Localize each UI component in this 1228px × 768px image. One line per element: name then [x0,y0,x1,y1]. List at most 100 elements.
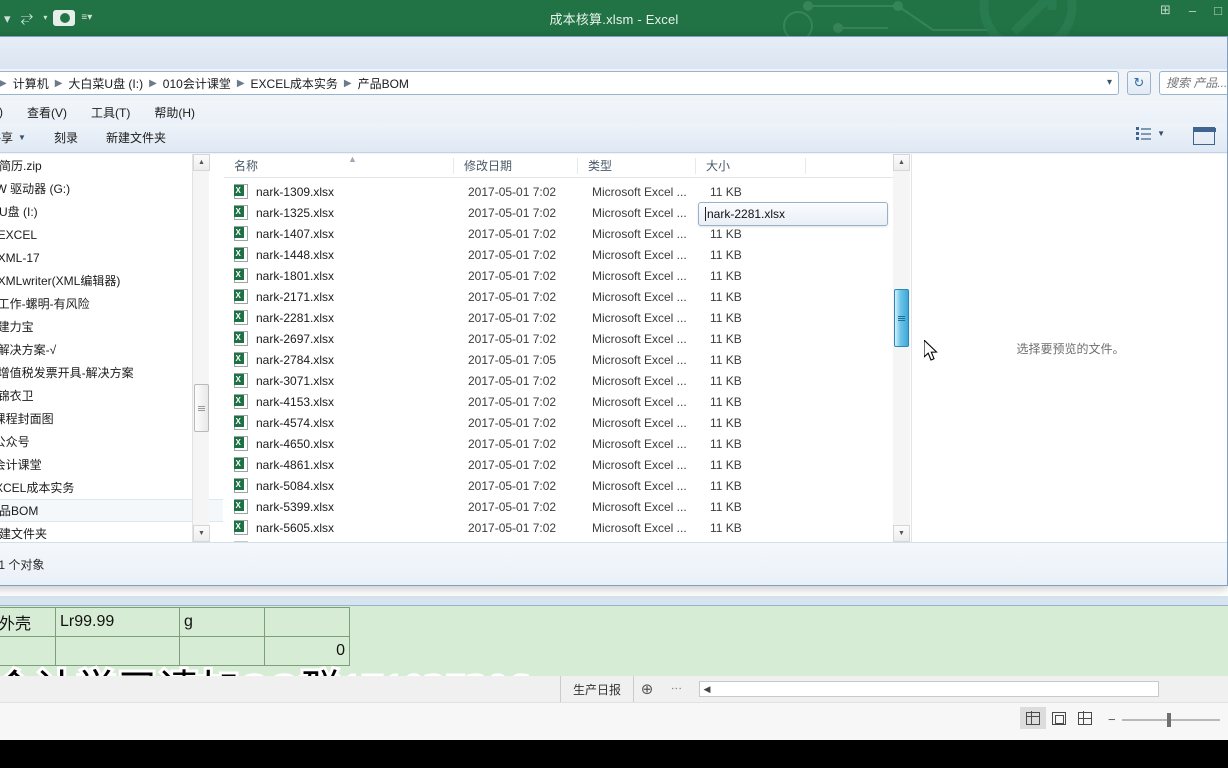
file-type: Microsoft Excel ... [592,478,687,493]
list-scroll-thumb[interactable] [894,289,909,347]
toolbar-burn-button[interactable]: 刻录 [40,129,92,146]
cell-d[interactable] [264,607,350,637]
search-input[interactable] [1166,76,1227,90]
table-row[interactable]: Xnark-1448.xlsx 2017-05-01 7:02 Microsoft … [224,244,910,265]
nav-item-16[interactable]: 新建文件夹 [0,522,223,542]
tab-overflow-icon[interactable]: ⋮ [660,683,693,695]
toolbar-new-folder-button[interactable]: 新建文件夹 [92,129,180,146]
table-row[interactable]: Xnark-4153.xlsx 2017-05-01 7:02 Microsoft … [224,391,910,412]
nav-item-2[interactable]: 菜U盘 (I:) [0,200,223,223]
nav-item-8[interactable]: 5-解决方案-√ [0,338,223,361]
horizontal-scrollbar[interactable]: ◀ [699,681,1160,697]
table-row[interactable]: Xnark-3071.xlsx 2017-05-01 7:02 Microsoft … [224,370,910,391]
add-sheet-button[interactable]: ⊕ [634,676,660,702]
nav-item-12[interactable]: 9公众号 [0,430,223,453]
nav-scroll-up-arrow-icon[interactable]: ▲ [193,154,210,171]
list-scroll-down-arrow-icon[interactable]: ▼ [893,525,910,542]
nav-item-product-bom[interactable]: 产品BOM [0,499,223,522]
zoom-out-icon[interactable]: − [1108,712,1116,727]
column-header-name[interactable]: 名称 [224,154,454,178]
menu-view[interactable]: 查看(V) [15,104,79,121]
navigation-tree[interactable]: 作简历.zip RW 驱动器 (G:) 菜U盘 (I:) 0-EXCEL 1-X… [0,154,223,542]
list-scroll-up-arrow-icon[interactable]: ▲ [893,154,910,171]
change-view-button[interactable]: ▼ [1136,127,1165,140]
nav-item-11[interactable]: 8课程封面图 [0,407,223,430]
table-row[interactable]: Xnark-2171.xlsx 2017-05-01 7:02 Microsoft … [224,286,910,307]
nav-item-10[interactable]: 7-锦衣卫 [0,384,223,407]
table-row[interactable]: Xnark-5399.xlsx 2017-05-01 7:02 Microsoft … [224,496,910,517]
rename-textbox[interactable]: nark-2281.xlsx [698,202,888,226]
sheet-tab-bar[interactable]: 生产日报 ⊕ ⋮ ◀ [560,676,1228,702]
file-modified-date: 2017-05-01 7:02 [468,373,557,388]
address-history-chevron-icon[interactable]: ▾ [1107,77,1112,88]
page-break-view-button[interactable] [1072,707,1098,729]
text-caret [705,207,706,221]
address-bar[interactable]: ▶ 计算机 ▶ 大白菜U盘 (I:) ▶ 010会计课堂 ▶ EXCEL成本实务… [0,71,1119,95]
column-header-date[interactable]: 修改日期 [454,154,578,178]
nav-item-7[interactable]: 4-建力宝 [0,315,223,338]
nav-scroll-down-arrow-icon[interactable]: ▼ [193,525,210,542]
table-row[interactable]: Xnark-4574.xlsx 2017-05-01 7:02 Microsoft … [224,412,910,433]
nav-item-6[interactable]: 3-工作-螺明-有风险 [0,292,223,315]
table-row[interactable]: Xnark-5084.xlsx 2017-05-01 7:02 Microsoft … [224,475,910,496]
nav-item-3[interactable]: 0-EXCEL [0,223,223,246]
excel-window-controls[interactable]: ⊞ – □ [1160,2,1222,18]
chevron-down-icon[interactable]: ▼ [1157,129,1165,138]
column-header-type[interactable]: 类型 [578,154,696,178]
menu-bar[interactable]: (E) 查看(V) 工具(T) 帮助(H) [0,101,1227,123]
file-list-header[interactable]: 名称 修改日期 类型 大小 ▲ [224,154,910,178]
nav-item-13[interactable]: 0会计课堂 [0,453,223,476]
menu-tools[interactable]: 工具(T) [79,104,142,121]
file-list-scrollbar[interactable]: ▲ ▼ [893,154,910,542]
breadcrumb-item-1[interactable]: 大白菜U盘 (I:) [63,75,148,92]
breadcrumb-item-0[interactable]: 计算机 [8,75,54,92]
search-box[interactable] [1159,71,1227,95]
table-row[interactable]: Xnark-2281.xlsx 2017-05-01 7:02 Microsoft … [224,307,910,328]
view-mode-buttons[interactable] [1020,707,1098,729]
scroll-left-arrow-icon[interactable]: ◀ [700,682,715,696]
sheet-tab-production-report[interactable]: 生产日报 [560,676,635,702]
zoom-slider[interactable]: − [1108,712,1220,727]
preview-pane-button[interactable] [1193,127,1216,145]
column-header-size[interactable]: 大小 [696,154,806,178]
excel-file-icon: X [234,184,248,199]
cell-c[interactable]: g [179,607,265,637]
nav-item-9[interactable]: 6-增值税发票开具-解决方案 [0,361,223,384]
breadcrumb-item-2[interactable]: 010会计课堂 [158,75,236,92]
nav-scroll-thumb[interactable] [194,384,209,432]
table-row[interactable]: Xnark-5605.xlsx 2017-05-01 7:02 Microsoft … [224,517,910,538]
nav-item-14[interactable]: EXCEL成本实务 [0,476,223,499]
nav-item-5[interactable]: 2-XMLwriter(XML编辑器) [0,269,223,292]
nav-tree-scrollbar[interactable]: ▲ ▼ [192,154,210,542]
breadcrumb-item-3[interactable]: EXCEL成本实务 [246,75,343,92]
table-row[interactable]: Xnark-1309.xlsx 2017-05-01 7:02 Microsoft … [224,181,910,202]
explorer-toolbar[interactable]: 共享 ▼ 刻录 新建文件夹 ▼ [0,123,1227,153]
table-row[interactable]: Xnark-1407.xlsx 2017-05-01 7:02 Microsoft … [224,223,910,244]
zoom-thumb[interactable] [1166,712,1171,727]
cell-a[interactable]: 外壳 [0,607,56,637]
minimize-button[interactable]: – [1189,3,1196,18]
cell-b[interactable]: Lr99.99 [55,607,180,637]
file-modified-date: 2017-05-01 7:02 [468,415,557,430]
table-row[interactable]: Xnark-4861.xlsx 2017-05-01 7:02 Microsoft … [224,454,910,475]
toolbar-share-button[interactable]: 共享 ▼ [0,129,40,146]
menu-help[interactable]: 帮助(H) [142,104,207,121]
nav-item-1[interactable]: RW 驱动器 (G:) [0,177,223,200]
table-row[interactable]: Xnark-2784.xlsx 2017-05-01 7:05 Microsoft … [224,349,910,370]
nav-item-4[interactable]: 1-XML-17 [0,246,223,269]
menu-edit[interactable]: (E) [0,105,15,119]
file-list[interactable]: 名称 修改日期 类型 大小 ▲ Xnark-1309.xlsx 2017-05-0… [224,154,910,542]
maximize-button[interactable]: □ [1214,3,1222,18]
table-row[interactable]: Xnark-4650.xlsx 2017-05-01 7:02 Microsoft … [224,433,910,454]
chevron-down-icon[interactable]: ▼ [18,133,26,142]
zoom-track[interactable] [1121,712,1220,727]
list-view-icon[interactable] [1136,127,1152,140]
nav-item-0[interactable]: 作简历.zip [0,154,223,177]
table-row[interactable]: Xnark-2697.xlsx 2017-05-01 7:02 Microsoft … [224,328,910,349]
breadcrumb-item-4[interactable]: 产品BOM [353,75,414,92]
ribbon-display-options-icon[interactable]: ⊞ [1160,2,1171,18]
refresh-button[interactable]: ↻ [1127,71,1151,95]
page-layout-view-button[interactable] [1046,707,1072,729]
table-row[interactable]: Xnark-1801.xlsx 2017-05-01 7:02 Microsoft … [224,265,910,286]
normal-view-button[interactable] [1020,707,1046,729]
